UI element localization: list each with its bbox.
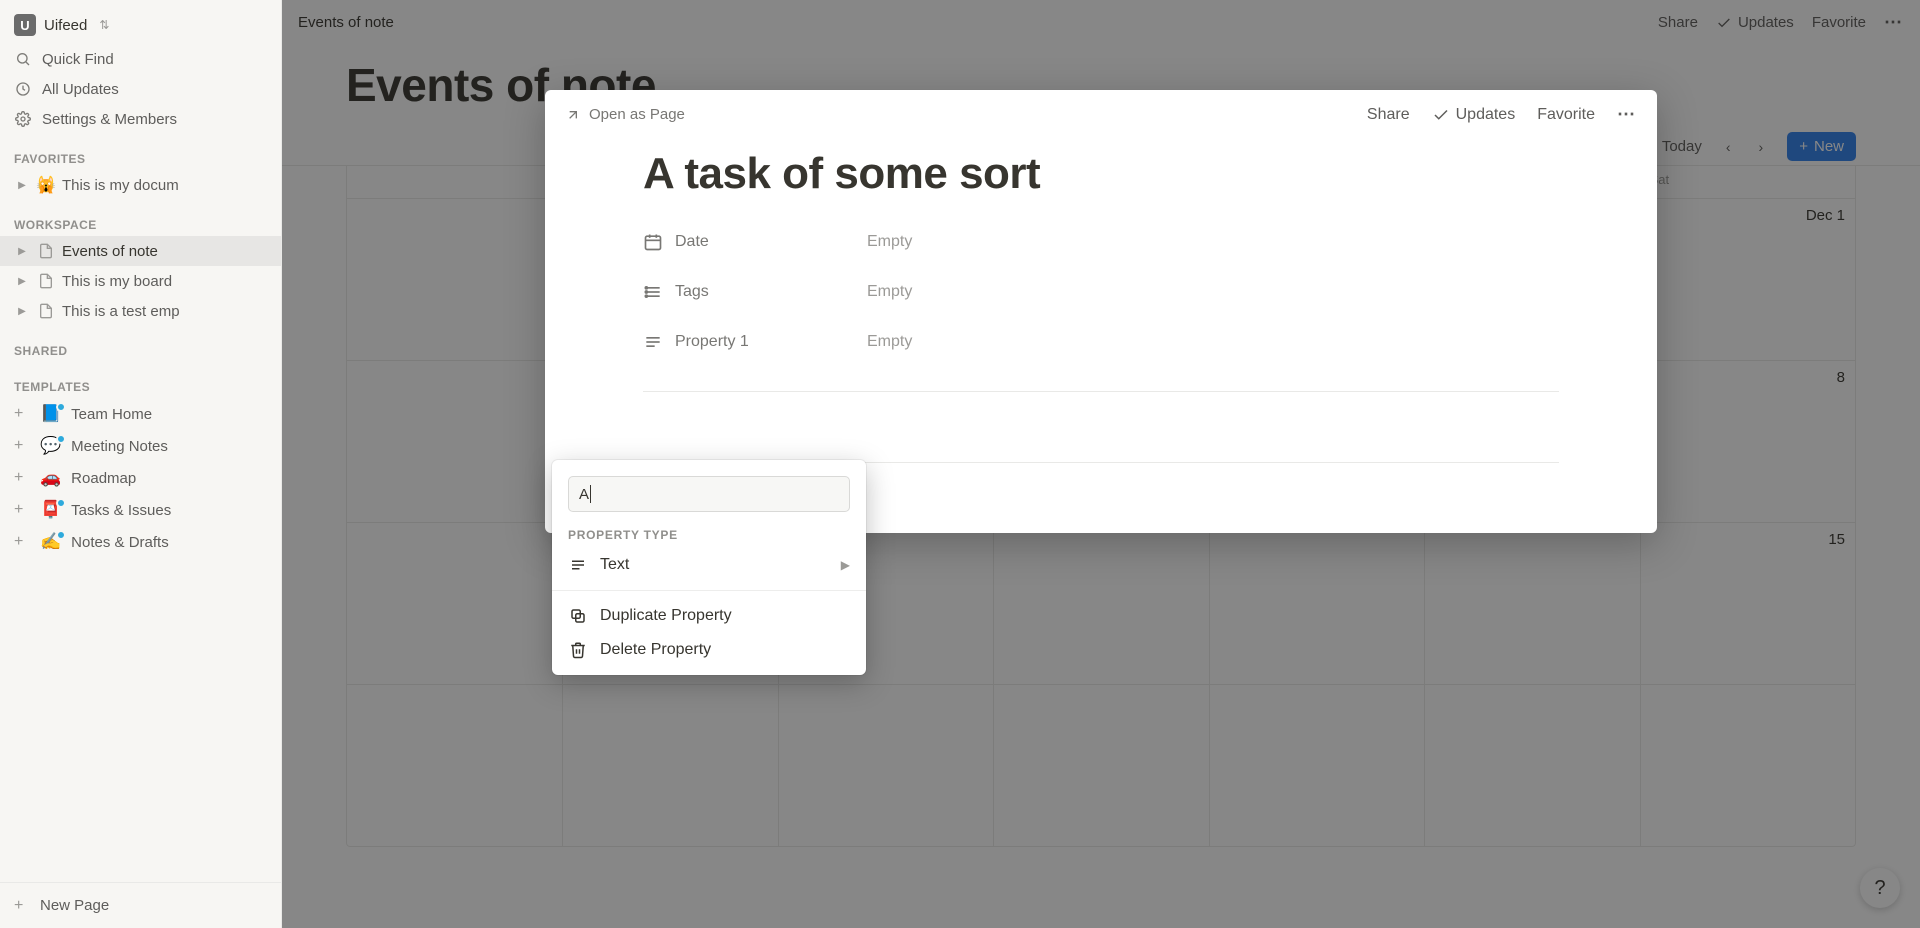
template-team-home[interactable]: + 📘 Team Home (0, 398, 281, 430)
template-emoji: ✍️ (40, 532, 61, 552)
label: Text (600, 556, 829, 574)
label: Delete Property (600, 641, 850, 659)
page-emoji: 🙀 (36, 175, 56, 195)
property-row-tags[interactable]: Tags Empty (643, 267, 1559, 317)
shared-section-label: SHARED (0, 326, 281, 362)
template-label: Notes & Drafts (71, 534, 169, 551)
sidebar-page-events-of-note[interactable]: ▶ Events of note (0, 236, 281, 266)
modal-favorite-button[interactable]: Favorite (1537, 106, 1595, 124)
plus-icon: + (14, 534, 30, 550)
template-notes-drafts[interactable]: + ✍️ Notes & Drafts (0, 526, 281, 558)
template-tasks-issues[interactable]: + 📮 Tasks & Issues (0, 494, 281, 526)
duplicate-property-button[interactable]: Duplicate Property (552, 599, 866, 633)
input-value: A (579, 486, 589, 503)
text-icon (568, 556, 588, 574)
template-roadmap[interactable]: + 🚗 Roadmap (0, 462, 281, 494)
templates-section-label: TEMPLATES (0, 362, 281, 398)
page-label: This is my docum (62, 177, 179, 194)
sidebar-page-test-emp[interactable]: ▶ This is a test emp (0, 296, 281, 326)
property-name: Date (675, 233, 709, 251)
modal-more-icon[interactable]: ⋯ (1617, 104, 1637, 125)
page-label: This is my board (62, 273, 172, 290)
property-row-property1[interactable]: Property 1 Empty (643, 317, 1559, 367)
quick-find-button[interactable]: Quick Find (0, 44, 281, 74)
workspace-switcher[interactable]: U Uifeed ⇅ (0, 0, 281, 44)
workspace-avatar: U (14, 14, 36, 36)
template-emoji: 🚗 (40, 468, 61, 488)
template-emoji: 📮 (40, 500, 61, 520)
template-emoji: 📘 (40, 404, 61, 424)
workspace-name: Uifeed (44, 17, 87, 34)
page-label: This is a test emp (62, 303, 180, 320)
check-icon (1432, 106, 1450, 124)
plus-icon: + (14, 502, 30, 518)
modal-share-button[interactable]: Share (1367, 106, 1410, 124)
label: Settings & Members (42, 111, 177, 128)
plus-icon: + (14, 438, 30, 454)
template-meeting-notes[interactable]: + 💬 Meeting Notes (0, 430, 281, 462)
gear-icon (14, 110, 32, 128)
property-value[interactable]: Empty (867, 283, 912, 301)
chevron-right-icon[interactable]: ▶ (14, 276, 30, 287)
trash-icon (568, 641, 588, 659)
search-icon (14, 50, 32, 68)
template-label: Tasks & Issues (71, 502, 171, 519)
document-icon (36, 273, 56, 289)
plus-icon: + (14, 898, 30, 914)
page-label: Events of note (62, 243, 158, 260)
popover-section-label: PROPERTY TYPE (552, 524, 866, 548)
label: Duplicate Property (600, 607, 850, 625)
template-label: Roadmap (71, 470, 136, 487)
property-popover: A PROPERTY TYPE Text ▶ Duplicate Propert… (552, 460, 866, 675)
tags-icon (643, 282, 663, 302)
property-row-date[interactable]: Date Empty (643, 217, 1559, 267)
chevron-right-icon[interactable]: ▶ (14, 180, 30, 191)
property-value[interactable]: Empty (867, 333, 912, 351)
sidebar: U Uifeed ⇅ Quick Find All Updates Settin… (0, 0, 282, 928)
clock-icon (14, 80, 32, 98)
document-icon (36, 243, 56, 259)
property-name-input[interactable]: A (568, 476, 850, 512)
template-emoji: 💬 (40, 436, 61, 456)
date-icon (643, 232, 663, 252)
divider (552, 590, 866, 591)
main: Events of note Share Updates Favorite ⋯ … (282, 0, 1920, 928)
delete-property-button[interactable]: Delete Property (552, 633, 866, 667)
document-icon (36, 303, 56, 319)
label: New Page (40, 897, 109, 914)
settings-button[interactable]: Settings & Members (0, 104, 281, 134)
template-label: Meeting Notes (71, 438, 168, 455)
chevron-right-icon[interactable]: ▶ (14, 306, 30, 317)
chevron-right-icon[interactable]: ▶ (14, 246, 30, 257)
property-value[interactable]: Empty (867, 233, 912, 251)
text-caret (590, 485, 591, 503)
divider (643, 391, 1559, 392)
property-name: Property 1 (675, 333, 749, 351)
favorites-section-label: FAVORITES (0, 134, 281, 170)
expand-icon (565, 107, 581, 123)
property-type-text[interactable]: Text ▶ (552, 548, 866, 582)
sidebar-page-my-board[interactable]: ▶ This is my board (0, 266, 281, 296)
label: Quick Find (42, 51, 114, 68)
chevron-updown-icon: ⇅ (99, 18, 109, 32)
workspace-section-label: WORKSPACE (0, 200, 281, 236)
property-name: Tags (675, 283, 709, 301)
modal-updates-button[interactable]: Updates (1432, 106, 1516, 124)
open-as-page-button[interactable]: Open as Page (565, 106, 685, 123)
modal-title[interactable]: A task of some sort (643, 149, 1559, 199)
plus-icon: + (14, 406, 30, 422)
new-page-button[interactable]: + New Page (0, 889, 281, 922)
plus-icon: + (14, 470, 30, 486)
duplicate-icon (568, 607, 588, 625)
label: All Updates (42, 81, 119, 98)
sidebar-fav-0[interactable]: ▶ 🙀 This is my docum (0, 170, 281, 200)
chevron-right-icon: ▶ (841, 558, 850, 572)
all-updates-button[interactable]: All Updates (0, 74, 281, 104)
text-icon (643, 332, 663, 352)
template-label: Team Home (71, 406, 152, 423)
